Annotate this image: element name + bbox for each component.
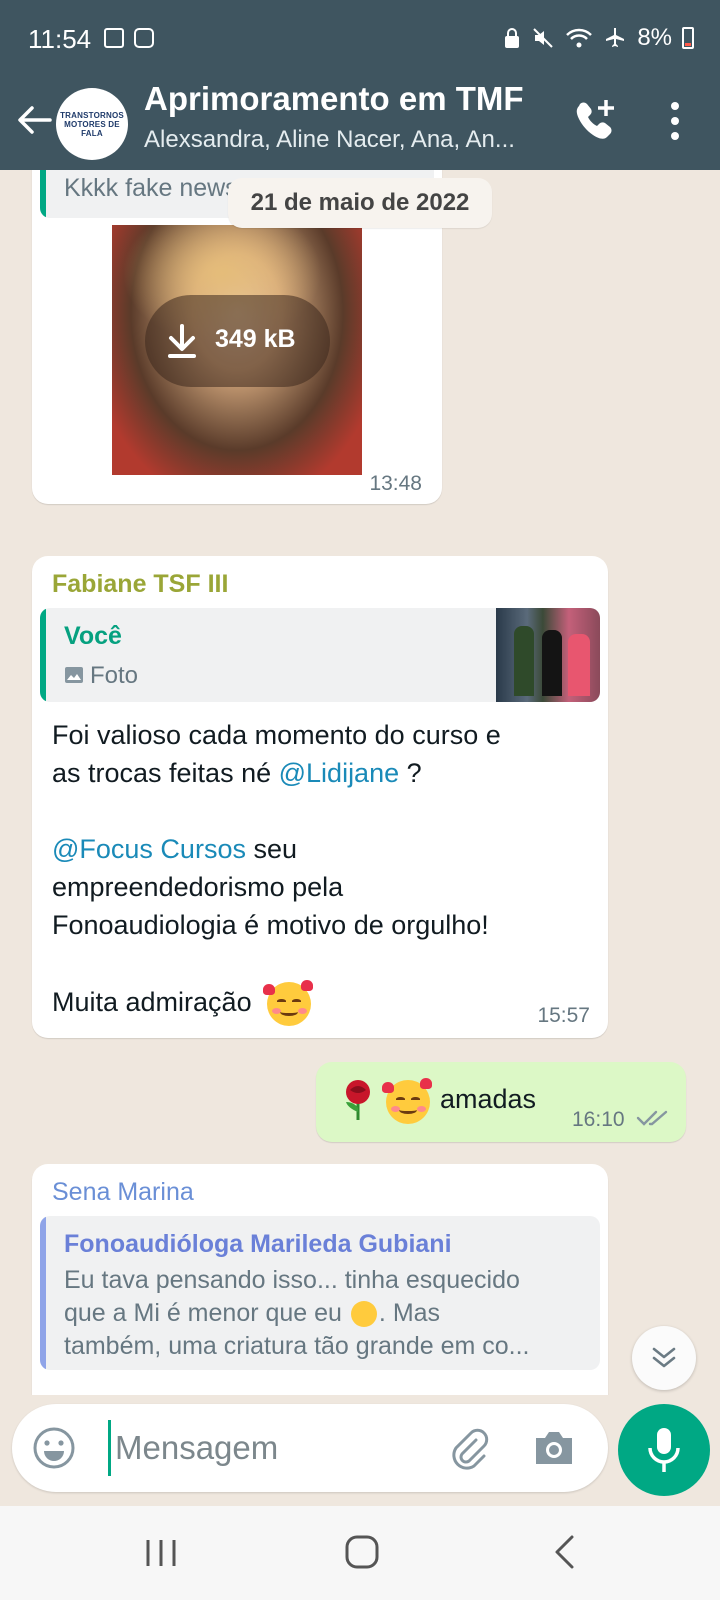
lock-icon <box>505 28 520 48</box>
reply-quote[interactable]: Fonoaudióloga Marileda Gubiani Eu tava p… <box>40 1216 600 1370</box>
thumb-person-1 <box>514 626 534 696</box>
double-chevron-down-icon <box>652 1347 676 1368</box>
text-span: . Mas <box>378 1299 441 1327</box>
text-span: as trocas feitas né <box>52 758 279 788</box>
text-line: as trocas feitas né @Lidijane ? <box>52 754 592 792</box>
text-span: seu <box>245 834 298 864</box>
text-line: Muita admiração <box>52 980 592 1026</box>
rose-emoji <box>338 1078 378 1122</box>
wifi-icon <box>566 28 593 48</box>
recent-apps-icon[interactable] <box>144 1538 178 1568</box>
double-check-icon <box>636 1110 668 1126</box>
quote-sender: Fonoaudióloga Marileda Gubiani <box>64 1230 452 1258</box>
reply-quote[interactable]: Você Foto <box>40 608 600 702</box>
quote-text: Eu tava pensando isso... tinha esquecido… <box>64 1264 594 1363</box>
sender-name[interactable]: Sena Marina <box>52 1178 194 1207</box>
date-separator: 21 de maio de 2022 <box>228 178 492 228</box>
emoji-icon[interactable] <box>32 1426 76 1470</box>
download-icon <box>168 324 196 358</box>
message-input-bar <box>12 1404 608 1492</box>
mute-icon <box>533 28 554 48</box>
download-pill[interactable]: 349 kB <box>145 295 330 387</box>
message-time: 16:10 <box>572 1108 625 1131</box>
thumb-person-3 <box>568 634 590 696</box>
status-icons: 8% <box>503 24 694 52</box>
quote-bar <box>40 608 46 702</box>
scroll-to-bottom-button[interactable] <box>632 1326 696 1390</box>
avatar-logo-text: TRANSTORNOS MOTORES DE FALA <box>60 110 124 138</box>
camera-icon[interactable] <box>532 1428 576 1468</box>
quote-bar <box>40 1216 46 1370</box>
text-line: @Focus Cursos seu <box>52 830 592 868</box>
text-line: Foi valioso cada momento do curso e <box>52 720 501 750</box>
quote-text: Kkkk fake news <box>64 174 238 202</box>
quote-photo-thumbnail <box>496 608 600 702</box>
chat-participants[interactable]: Alexsandra, Aline Nacer, Ana, An... <box>144 126 539 154</box>
mention-link[interactable]: @Lidijane <box>279 758 400 788</box>
message-text: Foi valioso cada momento do curso e as t… <box>52 716 592 1026</box>
photo-thumbnail[interactable]: 349 kB <box>112 225 362 475</box>
smiling-face-with-hearts-emoji <box>263 980 314 1026</box>
home-icon[interactable] <box>344 1534 380 1570</box>
status-bar: 11:54 8% <box>0 0 720 80</box>
add-call-icon[interactable] <box>570 96 620 146</box>
group-avatar[interactable]: TRANSTORNOS MOTORES DE FALA <box>56 88 128 160</box>
quote-bar <box>40 170 46 218</box>
chat-header: TRANSTORNOS MOTORES DE FALA Aprimorament… <box>0 80 720 170</box>
app-notification-icon <box>134 28 154 48</box>
status-time: 11:54 <box>28 24 92 54</box>
text-line: Fonoaudiologia é motivo de orgulho! <box>52 910 489 940</box>
back-icon[interactable] <box>552 1534 576 1570</box>
text-span: que a Mi é menor que eu <box>64 1299 342 1327</box>
message-time: 15:57 <box>537 1004 590 1027</box>
download-size: 349 kB <box>215 325 296 353</box>
smiling-face-with-hearts-emoji <box>382 1078 432 1124</box>
message-bubble-fabiane[interactable]: Fabiane TSF III Você Foto Foi valioso ca… <box>32 556 608 1038</box>
text-span: ? <box>399 758 422 788</box>
quote-line: também, uma criatura tão grande em co... <box>64 1332 530 1360</box>
system-nav-bar <box>0 1506 720 1600</box>
thumb-person-2 <box>542 630 562 696</box>
airplane-icon <box>606 28 625 47</box>
voice-message-button[interactable] <box>618 1404 710 1496</box>
tired-face-emoji <box>350 1301 377 1328</box>
battery-percent: 8% <box>637 24 672 51</box>
attach-icon[interactable] <box>446 1426 490 1470</box>
battery-icon <box>682 27 694 49</box>
text-line: empreendedorismo pela <box>52 872 344 902</box>
photo-icon <box>65 667 83 683</box>
microphone-icon <box>648 1428 680 1472</box>
message-text: amadas <box>440 1084 537 1114</box>
quote-line: que a Mi é menor que eu . Mas <box>64 1297 594 1330</box>
text-span: Muita admiração <box>52 987 252 1018</box>
mention-link[interactable]: @Focus Cursos <box>52 834 246 864</box>
sender-name[interactable]: Fabiane TSF III <box>52 570 228 599</box>
chat-title[interactable]: Aprimoramento em TMF <box>144 80 524 118</box>
message-bubble-outgoing[interactable]: amadas 16:10 <box>316 1062 686 1142</box>
quote-type: Foto <box>90 662 139 689</box>
chat-area[interactable]: Kkkk fake news 349 kB 13:48 21 de maio d… <box>0 170 720 1395</box>
message-bubble-sena[interactable]: Sena Marina Fonoaudióloga Marileda Gubia… <box>32 1164 608 1395</box>
message-input[interactable] <box>108 1420 448 1476</box>
gallery-notification-icon <box>104 28 124 48</box>
message-time: 13:48 <box>369 472 422 495</box>
overflow-menu-icon[interactable] <box>660 96 690 146</box>
quote-sender: Você <box>64 622 122 650</box>
quote-line: Eu tava pensando isso... tinha esquecido <box>64 1266 520 1294</box>
back-arrow-icon[interactable] <box>14 100 54 140</box>
